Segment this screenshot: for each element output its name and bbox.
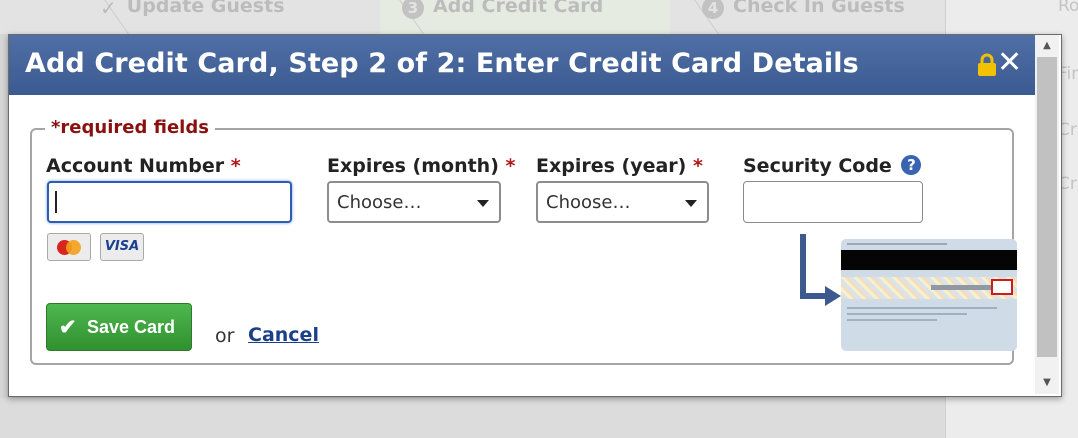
mastercard-icon <box>47 233 91 261</box>
or-text: or <box>215 325 235 347</box>
account-number-label: Account Number * <box>46 155 241 177</box>
security-code-input[interactable] <box>743 181 923 223</box>
dialog-title: Add Credit Card, Step 2 of 2: Enter Cred… <box>25 48 859 79</box>
background-footer <box>0 398 945 438</box>
expires-month-label: Expires (month) * <box>327 155 516 177</box>
scroll-down-arrow-icon[interactable]: ▼ <box>1035 374 1059 392</box>
required-asterisk: * <box>505 155 516 177</box>
dialog-title-bar: Add Credit Card, Step 2 of 2: Enter Cred… <box>9 35 1035 95</box>
help-icon[interactable]: ? <box>901 155 922 175</box>
expires-year-label: Expires (year) * <box>536 155 703 177</box>
expires-month-select[interactable]: Choose… <box>327 181 501 223</box>
scroll-up-arrow-icon[interactable]: ▲ <box>1035 37 1059 55</box>
cvv-highlight-box <box>991 279 1013 295</box>
lock-icon <box>978 53 996 76</box>
wizard-steps-bar: ✓ Update Guests 3 Add Credit Card 4 Chec… <box>0 0 945 34</box>
expires-year-value: Choose… <box>546 192 631 213</box>
step-number-badge: 3 <box>402 0 424 19</box>
check-icon: ✓ <box>100 0 117 20</box>
dropdown-arrow-icon <box>685 200 697 207</box>
wizard-step-add-credit-card: 3 Add Credit Card <box>402 0 603 34</box>
security-code-label: Security Code ? <box>743 155 922 177</box>
magnetic-stripe <box>841 250 1017 270</box>
step-number-badge: 4 <box>702 0 724 19</box>
account-number-input[interactable] <box>47 181 292 223</box>
save-card-button[interactable]: ✔ Save Card <box>46 303 192 351</box>
wizard-step-update-guests: ✓ Update Guests <box>100 0 285 34</box>
add-credit-card-dialog: Add Credit Card, Step 2 of 2: Enter Cred… <box>8 34 1062 397</box>
background-text-fragment: Ro <box>1058 0 1078 16</box>
dropdown-arrow-icon <box>477 200 489 207</box>
wizard-step-check-in-guests: 4 Check In Guests <box>702 0 905 34</box>
text-cursor <box>55 191 57 213</box>
arrow-right-icon <box>800 234 841 306</box>
required-asterisk: * <box>692 155 703 177</box>
cancel-link[interactable]: Cancel <box>248 324 319 346</box>
expires-month-value: Choose… <box>337 192 422 213</box>
dialog-scrollbar[interactable]: ▲ ▼ <box>1035 35 1059 394</box>
card-back-cvv-illustration <box>841 239 1017 351</box>
expires-year-select[interactable]: Choose… <box>536 181 709 223</box>
scrollbar-thumb[interactable] <box>1037 57 1057 357</box>
required-fields-legend: *required fields <box>45 117 215 138</box>
close-icon[interactable]: ✕ <box>997 48 1022 78</box>
checkmark-icon: ✔ <box>59 316 77 339</box>
visa-icon: VISA <box>100 233 144 261</box>
required-asterisk: * <box>230 155 241 177</box>
